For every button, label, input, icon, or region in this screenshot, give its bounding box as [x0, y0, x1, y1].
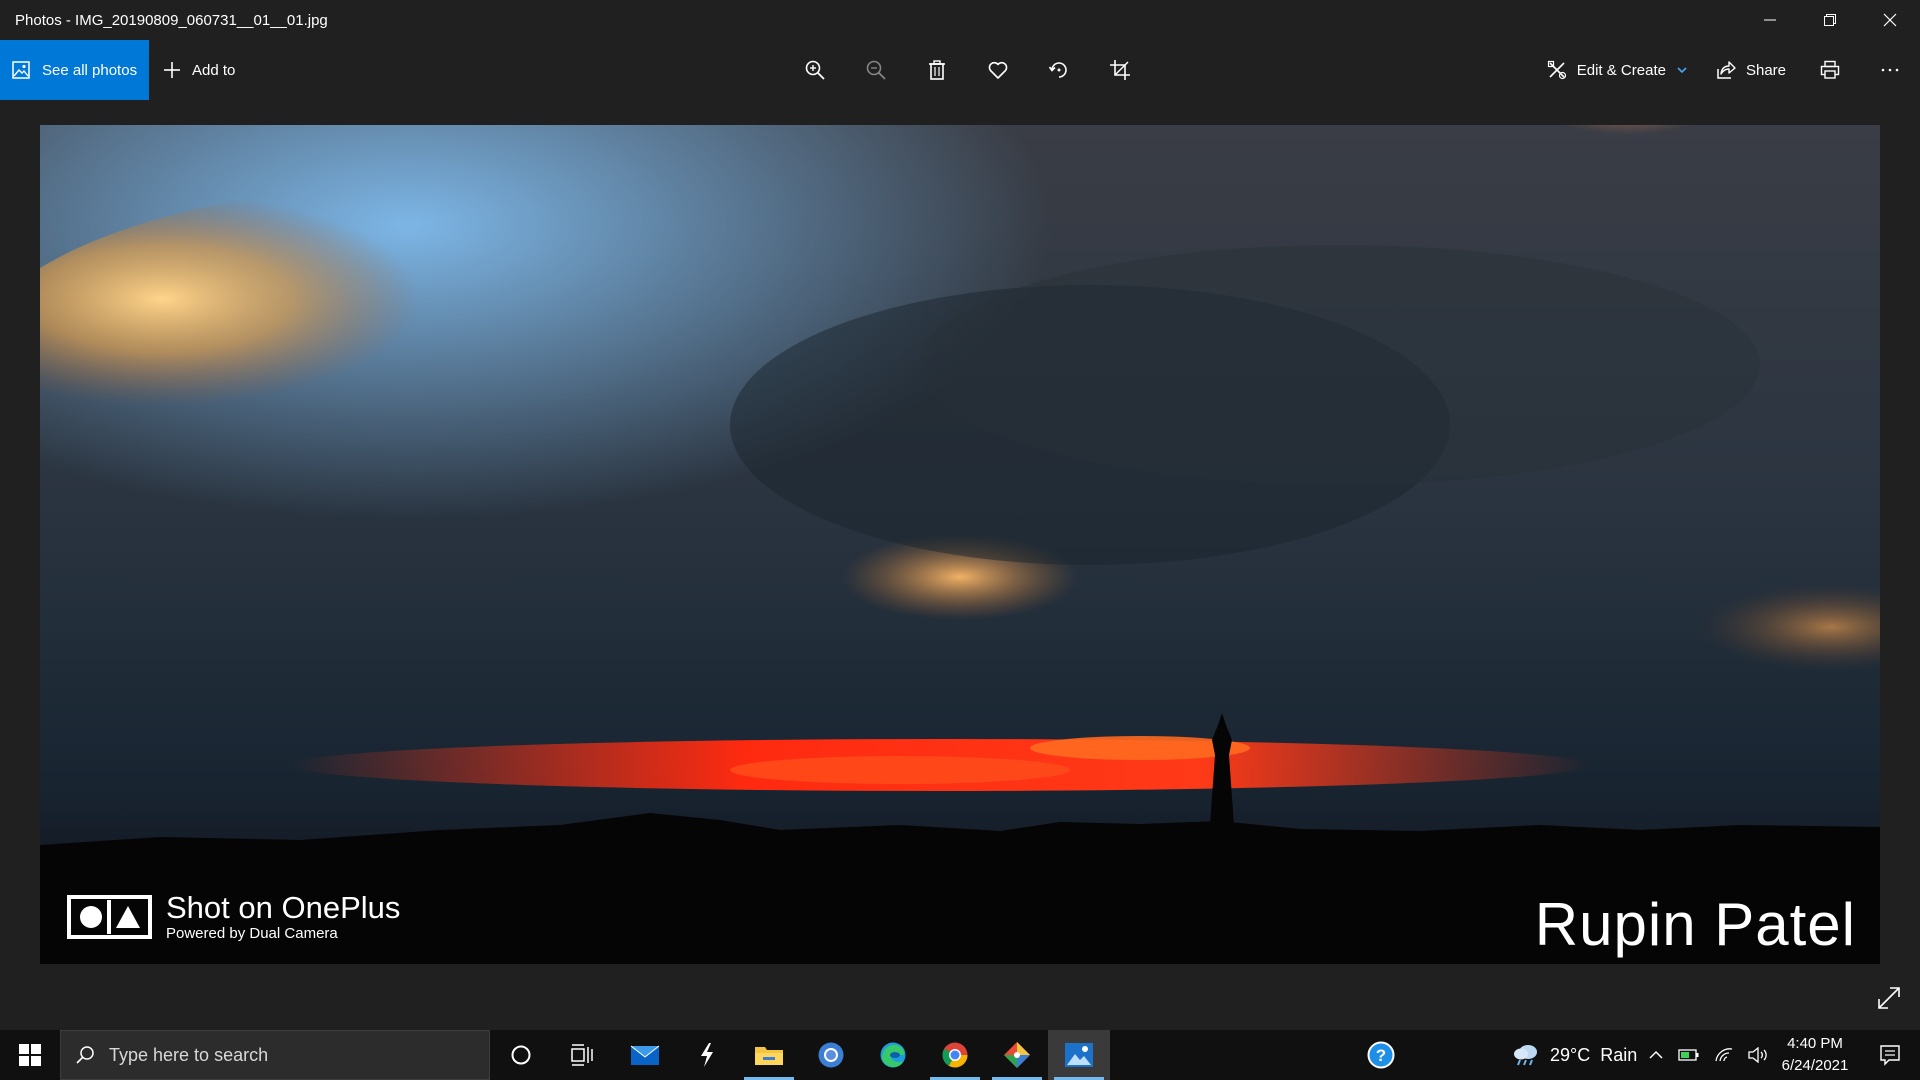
edge-icon [880, 1042, 906, 1068]
taskbar: Type here to search ? 29°C Rain 4:40 PM … [0, 1030, 1920, 1080]
add-to-label: Add to [192, 61, 236, 79]
notification-icon [1880, 1045, 1900, 1066]
delete-icon [928, 60, 945, 80]
wifi-icon[interactable] [1714, 1047, 1734, 1063]
windows-logo-icon [19, 1044, 41, 1066]
thunderbolt-app-button[interactable] [676, 1030, 738, 1080]
sunset-photo [40, 125, 1880, 964]
more-options-button[interactable] [1860, 40, 1920, 100]
crop-icon [1109, 60, 1130, 80]
share-button[interactable]: Share [1702, 40, 1800, 100]
cortana-button[interactable] [490, 1030, 552, 1080]
restore-button[interactable] [1800, 0, 1860, 40]
help-button[interactable]: ? [1350, 1030, 1412, 1080]
more-icon [1881, 68, 1899, 72]
volume-icon[interactable] [1748, 1047, 1770, 1063]
restore-icon [1824, 14, 1836, 26]
chrome-canary-icon [818, 1042, 844, 1068]
fullscreen-expand-icon[interactable] [1876, 985, 1902, 1011]
search-placeholder: Type here to search [109, 1044, 269, 1065]
watermark-text: Shot on OnePlus Powered by Dual Camera [166, 890, 401, 943]
zoom-out-icon [866, 60, 886, 80]
edit-create-icon [1547, 60, 1566, 80]
chevron-down-icon [1677, 67, 1687, 74]
favorite-button[interactable] [967, 40, 1028, 100]
share-label: Share [1745, 61, 1786, 79]
clock[interactable]: 4:40 PM 6/24/2021 [1770, 1030, 1860, 1080]
edit-create-button[interactable]: Edit & Create [1533, 40, 1702, 100]
mail-icon [630, 1045, 660, 1065]
close-button[interactable] [1860, 0, 1920, 40]
taskbar-search-box[interactable]: Type here to search [60, 1030, 490, 1080]
window-title: Photos - IMG_20190809_060731__01__01.jpg [15, 11, 328, 29]
weather-description: Rain [1600, 1044, 1638, 1065]
rotate-icon [1048, 62, 1067, 78]
svg-text:?: ? [1376, 1046, 1386, 1065]
clock-time: 4:40 PM [1787, 1035, 1843, 1052]
photo-viewer[interactable]: Shot on OnePlus Powered by Dual Camera R… [40, 125, 1880, 964]
command-bar: See all photos Add to Edit & Create Shar… [0, 40, 1920, 100]
weather-temperature: 29°C [1550, 1044, 1591, 1065]
see-all-photos-button[interactable]: See all photos [0, 40, 149, 100]
photos-icon [1065, 1043, 1093, 1067]
print-button[interactable] [1800, 40, 1860, 100]
zoom-out-button[interactable] [845, 40, 906, 100]
minimize-icon [1764, 19, 1776, 21]
git-icon [1004, 1042, 1030, 1068]
chrome-canary-button[interactable] [800, 1030, 862, 1080]
edge-button[interactable] [862, 1030, 924, 1080]
file-explorer-button[interactable] [738, 1030, 800, 1080]
watermark-title: Shot on OnePlus [166, 890, 401, 925]
window-controls [1740, 0, 1920, 40]
zoom-in-button[interactable] [784, 40, 845, 100]
cortana-icon [511, 1045, 531, 1065]
rain-cloud-icon [1514, 1045, 1537, 1066]
share-icon [1717, 61, 1736, 79]
close-icon [1883, 13, 1897, 27]
minimize-button[interactable] [1740, 0, 1800, 40]
right-toolbar: Edit & Create Share [1533, 40, 1920, 100]
add-to-button[interactable]: Add to [162, 40, 235, 100]
action-center-button[interactable] [1860, 1030, 1920, 1080]
weather-widget[interactable]: 29°C Rain [1512, 1030, 1637, 1080]
title-bar: Photos - IMG_20190809_060731__01__01.jpg [0, 0, 1920, 40]
photographer-signature: Rupin Patel [1534, 891, 1856, 958]
battery-icon[interactable] [1678, 1047, 1700, 1063]
oneplus-camera-logo [67, 894, 152, 939]
print-icon [1820, 60, 1840, 79]
task-view-button[interactable] [552, 1030, 614, 1080]
start-button[interactable] [0, 1030, 60, 1080]
plus-icon [164, 62, 180, 78]
task-view-icon [571, 1044, 593, 1066]
rotate-button[interactable] [1028, 40, 1089, 100]
delete-button[interactable] [906, 40, 967, 100]
photos-app-button[interactable] [1048, 1030, 1110, 1080]
file-explorer-icon [755, 1047, 783, 1065]
crop-button[interactable] [1089, 40, 1150, 100]
see-all-photos-label: See all photos [42, 61, 138, 79]
mail-button[interactable] [614, 1030, 676, 1080]
photos-icon [12, 61, 30, 79]
zoom-in-icon [805, 60, 825, 80]
chrome-button[interactable] [924, 1030, 986, 1080]
clock-date: 6/24/2021 [1781, 1057, 1849, 1074]
image-tools [784, 40, 1150, 100]
system-tray [1648, 1030, 1770, 1080]
chevron-up-icon[interactable] [1648, 1047, 1664, 1063]
git-app-button[interactable] [986, 1030, 1048, 1080]
search-icon [76, 1046, 94, 1064]
thunderbolt-icon [701, 1043, 713, 1067]
help-icon: ? [1367, 1041, 1395, 1069]
watermark-subtitle: Powered by Dual Camera [166, 925, 338, 942]
oneplus-watermark: Shot on OnePlus Powered by Dual Camera [67, 891, 400, 942]
edit-create-label: Edit & Create [1576, 61, 1666, 79]
favorite-icon [988, 61, 1007, 79]
chrome-icon [942, 1042, 968, 1068]
